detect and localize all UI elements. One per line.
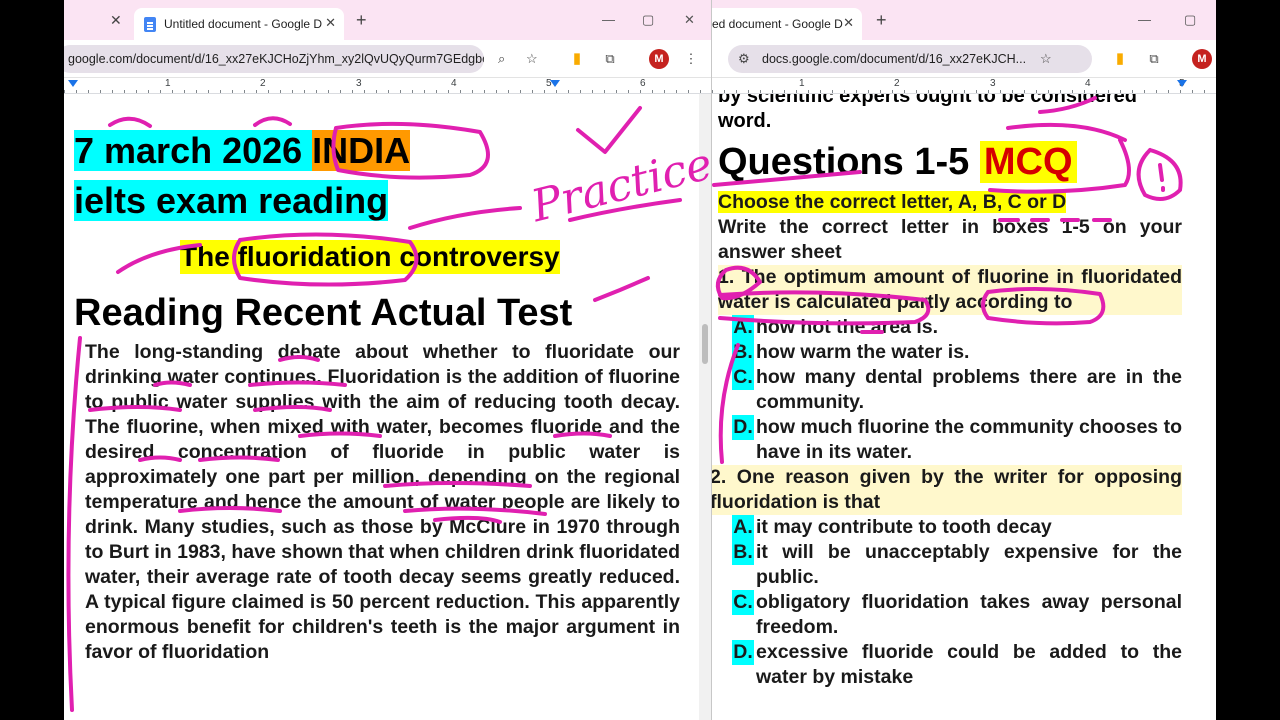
option-text: how warm the water is. bbox=[756, 341, 970, 363]
ruler-number: 2 bbox=[894, 78, 900, 89]
zoom-icon[interactable]: ⌕ bbox=[498, 51, 505, 67]
site-info-icon[interactable]: ⚙ bbox=[738, 51, 750, 67]
q1-option-c: C. how many dental problems there are in … bbox=[718, 365, 1182, 415]
option-letter: C. bbox=[732, 590, 754, 615]
date-heading: 7 march 2026 INDIA bbox=[74, 130, 411, 172]
reading-test-heading: Reading Recent Actual Test bbox=[74, 292, 573, 334]
subtitle-text: ielts exam reading bbox=[74, 180, 389, 221]
questions-body: Choose the correct letter, A, B, C or D … bbox=[712, 190, 1182, 690]
option-letter: A. bbox=[732, 315, 754, 340]
extensions-puzzle-icon[interactable]: ⧉ bbox=[1144, 49, 1164, 69]
maximize-button[interactable]: ▢ bbox=[1184, 12, 1196, 28]
ruler-indent-marker[interactable] bbox=[1177, 80, 1187, 87]
instruction-text: Choose the correct letter, A, B, C or D bbox=[718, 191, 1067, 213]
question-1: 1. The optimum amount of fluorine in flu… bbox=[718, 265, 1182, 315]
title-word: fluoridation bbox=[237, 241, 392, 272]
tab-document[interactable]: ed document - Google D ✕ bbox=[712, 8, 862, 40]
title-post: controversy bbox=[391, 241, 560, 272]
option-text: how many dental problems there are in th… bbox=[756, 366, 1182, 413]
q2-option-d: D. excessive fluoride could be added to t… bbox=[718, 640, 1182, 690]
option-text: it may contribute to tooth decay bbox=[756, 516, 1052, 538]
subtitle-heading: ielts exam reading bbox=[74, 180, 389, 222]
new-tab-button[interactable]: + bbox=[876, 10, 887, 31]
extension-icon[interactable]: ▮ bbox=[567, 49, 587, 69]
tab-label: ed document - Google D bbox=[712, 17, 843, 31]
q1-option-b: B. how warm the water is. bbox=[718, 340, 1182, 365]
q2-option-b: B. it will be unacceptably expensive for … bbox=[718, 540, 1182, 590]
extension-icon[interactable]: ▮ bbox=[1110, 49, 1130, 69]
bookmark-star-icon[interactable]: ☆ bbox=[526, 51, 538, 67]
q2-option-c: C. obligatory fluoridation takes away per… bbox=[718, 590, 1182, 640]
option-letter: B. bbox=[732, 540, 754, 565]
option-text: excessive fluoride could be added to the… bbox=[756, 641, 1182, 688]
right-browser-window: ed document - Google D ✕ + — ▢ docs.goog… bbox=[711, 0, 1216, 720]
url-input[interactable]: docs.google.com/document/d/16_xx27eKJCH.… bbox=[728, 45, 1092, 73]
previous-text: by scientific experts ought to be consid… bbox=[718, 94, 1198, 134]
country-text: INDIA bbox=[312, 130, 411, 171]
ruler-indent-marker[interactable] bbox=[550, 80, 560, 87]
maximize-button[interactable]: ▢ bbox=[642, 12, 654, 28]
option-text: how hot the area is. bbox=[756, 316, 939, 338]
previous-line-2: word. bbox=[718, 110, 772, 132]
mcq-tag: MCQ bbox=[979, 141, 1077, 183]
q1-option-a: A. how hot the area is. bbox=[718, 315, 1182, 340]
scrollbar-thumb[interactable] bbox=[702, 324, 708, 364]
vertical-scrollbar[interactable] bbox=[699, 94, 711, 720]
option-letter: A. bbox=[732, 515, 754, 540]
ruler-number: 1 bbox=[165, 78, 171, 89]
profile-avatar[interactable]: M bbox=[649, 49, 669, 69]
option-letter: D. bbox=[732, 415, 754, 440]
close-tab-icon[interactable]: ✕ bbox=[843, 15, 854, 31]
option-text: it will be unacceptably expensive for th… bbox=[756, 541, 1182, 588]
left-browser-window: ✕ Untitled document - Google D ✕ + — ▢ ✕… bbox=[64, 0, 711, 720]
option-letter: D. bbox=[732, 640, 754, 665]
passage-text: The long-standing debate about whether t… bbox=[85, 341, 680, 663]
close-tab-icon[interactable]: ✕ bbox=[325, 15, 336, 31]
tab-close-icon[interactable]: ✕ bbox=[110, 12, 122, 29]
extensions-puzzle-icon[interactable]: ⧉ bbox=[600, 49, 620, 69]
questions-heading: Questions 1-5 MCQ bbox=[718, 140, 1077, 184]
ruler-number: 3 bbox=[356, 78, 362, 89]
bookmark-star-icon[interactable]: ☆ bbox=[1040, 51, 1052, 67]
url-input[interactable]: google.com/document/d/16_xx27eKJCHoZjYhm… bbox=[64, 45, 484, 73]
ruler: 1 2 3 4 5 bbox=[712, 78, 1216, 94]
q1-option-d: D. how much fluorine the community choose… bbox=[718, 415, 1182, 465]
google-docs-icon bbox=[144, 17, 156, 32]
tab-label: Untitled document - Google D bbox=[164, 17, 323, 31]
previous-line-1: by scientific experts ought to be consid… bbox=[718, 94, 1137, 107]
ruler: 1 2 3 4 5 6 bbox=[64, 78, 711, 94]
address-bar-row: docs.google.com/document/d/16_xx27eKJCH.… bbox=[712, 40, 1216, 78]
option-text: obligatory fluoridation takes away perso… bbox=[756, 591, 1182, 638]
tab-untitled-document[interactable]: Untitled document - Google D ✕ bbox=[134, 8, 344, 40]
passage-title: The fluoridation controversy bbox=[180, 240, 560, 274]
ruler-number: 4 bbox=[1085, 78, 1091, 89]
ruler-number: 1 bbox=[799, 78, 805, 89]
option-letter: C. bbox=[732, 365, 754, 390]
document-page[interactable]: 7 march 2026 INDIA ielts exam reading Th… bbox=[64, 94, 699, 720]
ruler-indent-marker[interactable] bbox=[68, 80, 78, 87]
ruler-number: 2 bbox=[260, 78, 266, 89]
ruler-number: 6 bbox=[640, 78, 646, 89]
questions-page[interactable]: by scientific experts ought to be consid… bbox=[712, 94, 1216, 720]
tab-bar: ed document - Google D ✕ + — ▢ bbox=[712, 0, 1216, 40]
option-text: how much fluorine the community chooses … bbox=[756, 416, 1182, 463]
address-bar-row: google.com/document/d/16_xx27eKJCHoZjYhm… bbox=[64, 40, 711, 78]
questions-heading-text: Questions 1-5 bbox=[718, 141, 980, 183]
ruler-number: 3 bbox=[990, 78, 996, 89]
close-window-button[interactable]: ✕ bbox=[684, 12, 695, 28]
ruler-number: 4 bbox=[451, 78, 457, 89]
option-letter: B. bbox=[732, 340, 754, 365]
profile-avatar[interactable]: M bbox=[1192, 49, 1212, 69]
title-pre: The bbox=[180, 241, 238, 272]
minimize-button[interactable]: — bbox=[602, 12, 615, 27]
write-instruction: Write the correct letter in boxes 1-5 on… bbox=[718, 216, 1182, 263]
tab-bar: ✕ Untitled document - Google D ✕ + — ▢ ✕ bbox=[64, 0, 711, 40]
q2-option-a: A. it may contribute to tooth decay bbox=[718, 515, 1182, 540]
date-text: 7 march 2026 bbox=[74, 130, 313, 171]
question-2: 2. One reason given by the writer for op… bbox=[712, 465, 1182, 515]
minimize-button[interactable]: — bbox=[1138, 12, 1151, 27]
new-tab-button[interactable]: + bbox=[356, 10, 367, 31]
menu-kebab-icon[interactable]: ⋮ bbox=[681, 49, 701, 69]
